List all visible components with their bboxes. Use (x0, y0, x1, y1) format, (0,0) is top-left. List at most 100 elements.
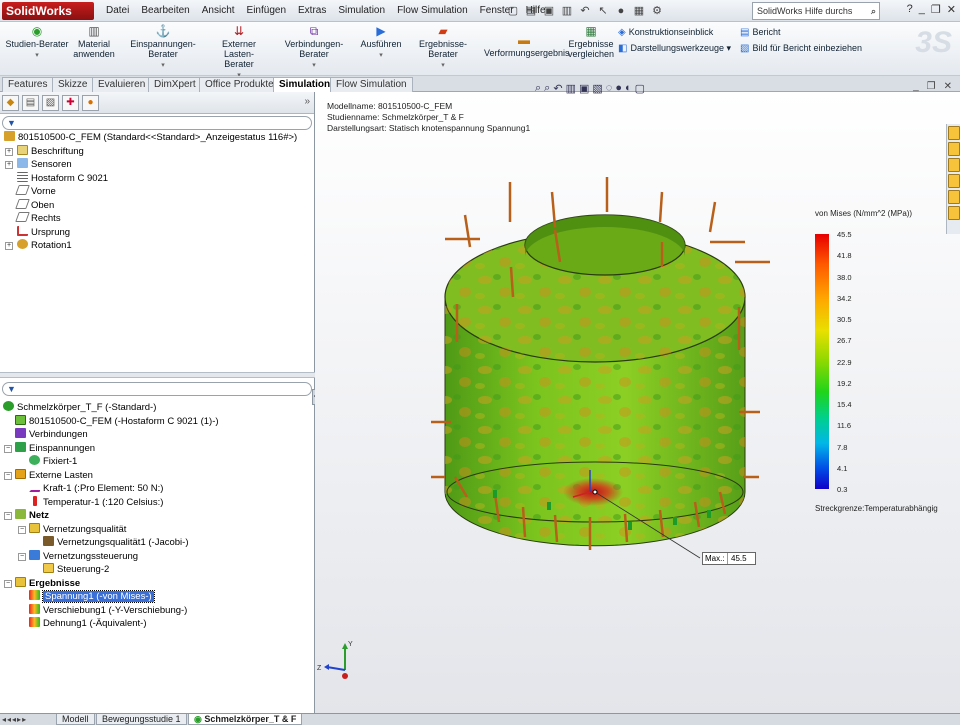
menu-datei[interactable]: Datei (100, 3, 135, 18)
tree-ergebnisse[interactable]: − Ergebnisse (0, 576, 314, 591)
collapse-icon[interactable]: − (4, 512, 12, 520)
menu-bearbeiten[interactable]: Bearbeiten (135, 3, 195, 18)
tree-item-beschriftung[interactable]: + Beschriftung (0, 144, 314, 159)
tree-item-rotation1[interactable]: + Rotation1 (0, 239, 314, 253)
rebuild-icon[interactable]: ● (613, 2, 629, 19)
open-folder-icon[interactable]: ▤ (523, 2, 539, 19)
design-library-icon[interactable] (948, 142, 960, 156)
tab-features[interactable]: Features (2, 77, 54, 92)
feature-tree-filter[interactable]: ▼ (2, 116, 312, 130)
tree-item-material[interactable]: Hostaform C 9021 (0, 171, 314, 186)
einspannungen-berater-button[interactable]: ⚓ Einspannungen-Berater ▾ (118, 25, 208, 71)
verbindungen-berater-button[interactable]: ⧉ Verbindungen-Berater ▾ (272, 25, 356, 71)
tree-verbindungen[interactable]: Verbindungen (0, 428, 314, 442)
tree-externe-lasten[interactable]: − Externe Lasten (0, 468, 314, 483)
expand-pane-icon[interactable]: » (304, 96, 310, 107)
minimize-icon[interactable]: _ (913, 81, 919, 92)
menu-ansicht[interactable]: Ansicht (196, 3, 241, 18)
tree-temperatur-1[interactable]: Temperatur-1 (:120 Celsius:) (0, 495, 314, 510)
tree-vernetzungsqualitaet1[interactable]: Vernetzungsqualität1 (-Jacobi-) (0, 536, 314, 550)
view-palette-icon[interactable] (948, 174, 960, 188)
tab-flow-simulation[interactable]: Flow Simulation (330, 77, 413, 92)
tree-item-ursprung[interactable]: Ursprung (0, 225, 314, 240)
display-manager-icon[interactable]: ● (82, 95, 99, 111)
tree-item-oben[interactable]: Oben (0, 198, 314, 213)
tab-evaluieren[interactable]: Evaluieren (92, 77, 152, 92)
close-icon[interactable]: ✕ (944, 81, 952, 92)
collapse-icon[interactable]: − (4, 444, 12, 453)
restore-icon[interactable]: ❐ (927, 81, 936, 92)
expand-icon[interactable]: + (5, 242, 13, 250)
ausfuehren-button[interactable]: ▶ Ausführen ▾ (358, 25, 404, 61)
menu-simulation[interactable]: Simulation (332, 3, 391, 18)
tree-item-rechts[interactable]: Rechts (0, 212, 314, 226)
collapse-icon[interactable]: − (4, 471, 12, 480)
pane-splitter[interactable] (0, 372, 315, 378)
tab-simulation[interactable]: Simulation (273, 77, 337, 92)
tree-part-material[interactable]: 801510500-C_FEM (-Hostaform C 9021 (1)-) (0, 414, 314, 429)
search-icon[interactable]: ⌕ (871, 3, 876, 19)
solidworks-logo[interactable]: SolidWorks (2, 2, 94, 20)
property-manager-icon[interactable]: ▤ (22, 95, 39, 111)
tab-modell[interactable]: Modell (56, 714, 95, 725)
configuration-manager-icon[interactable]: ▧ (42, 95, 59, 111)
tree-root-part[interactable]: 801510500-C_FEM (Standard<<Standard>_Anz… (0, 131, 314, 145)
close-icon[interactable]: ✕ (947, 3, 956, 16)
tree-study[interactable]: Schmelzkörper_T_F (-Standard-) (0, 401, 314, 415)
new-document-icon[interactable]: ▢ (505, 2, 521, 19)
tree-vernetzungsqualitaet[interactable]: − Vernetzungsqualität (0, 522, 314, 537)
tab-study[interactable]: ◉ Schmelzkörper_T & F (188, 714, 303, 725)
options-icon[interactable]: ⚙ (649, 2, 665, 19)
file-explorer-icon[interactable] (948, 158, 960, 172)
tree-einspannungen[interactable]: − Einspannungen (0, 441, 314, 456)
studien-berater-button[interactable]: ◉ Studien-Berater ▾ (5, 25, 69, 61)
tree-fixiert-1[interactable]: Fixiert-1 (0, 455, 314, 469)
collapse-icon[interactable]: − (4, 579, 12, 588)
tab-office-produkte[interactable]: Office Produkte (199, 77, 280, 92)
appearances-icon[interactable] (948, 190, 960, 204)
verformungsergebnis-button[interactable]: ▬ Verformungsergebnis (484, 34, 570, 59)
tree-netz[interactable]: − Netz (0, 509, 314, 523)
tab-bewegungsstudie-1[interactable]: Bewegungsstudie 1 (96, 714, 187, 725)
expand-icon[interactable]: + (5, 147, 13, 156)
bericht-button[interactable]: ▤ Bericht (740, 26, 780, 39)
tab-scroll-arrows[interactable]: ◂◂◂▸▸ (2, 715, 27, 724)
externe-lasten-berater-button[interactable]: ⇊Externer Lasten-Berater▾ (210, 25, 268, 81)
graphics-area[interactable]: ⌕ ⌕ ↶ ▥ ▣ ▧ ◌ ● ◐ ▢ _ ❐ ✕ Modellname: 80… (315, 81, 960, 713)
file-properties-icon[interactable]: ▦ (631, 2, 647, 19)
undo-icon[interactable]: ↶ (577, 2, 593, 19)
expand-icon[interactable]: + (5, 161, 13, 169)
resources-icon[interactable] (948, 126, 960, 140)
material-anwenden-button[interactable]: ▥ Material anwenden (72, 25, 116, 60)
restore-icon[interactable]: ❐ (931, 3, 941, 16)
feature-manager-icon[interactable]: ◆ (2, 95, 19, 111)
tab-dimxpert[interactable]: DimXpert (148, 77, 202, 92)
darstellungswerkzeuge-button[interactable]: ◧ Darstellungswerkzeuge ▾ (618, 42, 731, 55)
tree-verschiebung1[interactable]: Verschiebung1 (-Y-Verschiebung-) (0, 603, 314, 618)
print-icon[interactable]: ▥ (559, 2, 575, 19)
dimxpert-manager-icon[interactable]: ✚ (62, 95, 79, 111)
menu-extras[interactable]: Extras (292, 3, 332, 18)
tree-dehnung1[interactable]: Dehnung1 (-Äquivalent-) (0, 617, 314, 631)
save-icon[interactable]: ▣ (541, 2, 557, 19)
tree-vernetzungssteuerung[interactable]: − Vernetzungssteuerung (0, 549, 314, 564)
tree-spannung1[interactable]: Spannung1 (-von Mises-) (0, 590, 314, 604)
help-search-input[interactable]: SolidWorks Hilfe durchs ⌕ (752, 2, 880, 20)
menu-flow-simulation[interactable]: Flow Simulation (391, 3, 474, 18)
tree-steuerung-2[interactable]: Steuerung-2 (0, 563, 314, 577)
tab-skizze[interactable]: Skizze (52, 77, 94, 92)
tree-kraft-1[interactable]: Kraft-1 (:Pro Element: 50 N:) (0, 482, 314, 496)
menu-einfuegen[interactable]: Einfügen (241, 3, 292, 18)
konstruktionseinblick-button[interactable]: ◈ Konstruktionseinblick (618, 26, 713, 39)
tree-item-sensoren[interactable]: + Sensoren (0, 158, 314, 172)
ergebnisse-berater-button[interactable]: ▰ Ergebnisse-Berater ▾ (406, 25, 480, 71)
custom-properties-icon[interactable] (948, 206, 960, 220)
tree-item-vorne[interactable]: Vorne (0, 185, 314, 199)
select-arrow-icon[interactable]: ↖ (595, 2, 611, 19)
collapse-icon[interactable]: − (18, 552, 26, 561)
help-menu-icon[interactable]: ? (907, 3, 913, 16)
minimize-icon[interactable]: _ (919, 3, 925, 16)
fem-model-view[interactable] (315, 92, 960, 713)
ergebnisse-vergleichen-button[interactable]: ▦ Ergebnisse vergleichen (566, 25, 616, 60)
bild-fuer-bericht-button[interactable]: ▧ Bild für Bericht einbeziehen (740, 42, 862, 55)
